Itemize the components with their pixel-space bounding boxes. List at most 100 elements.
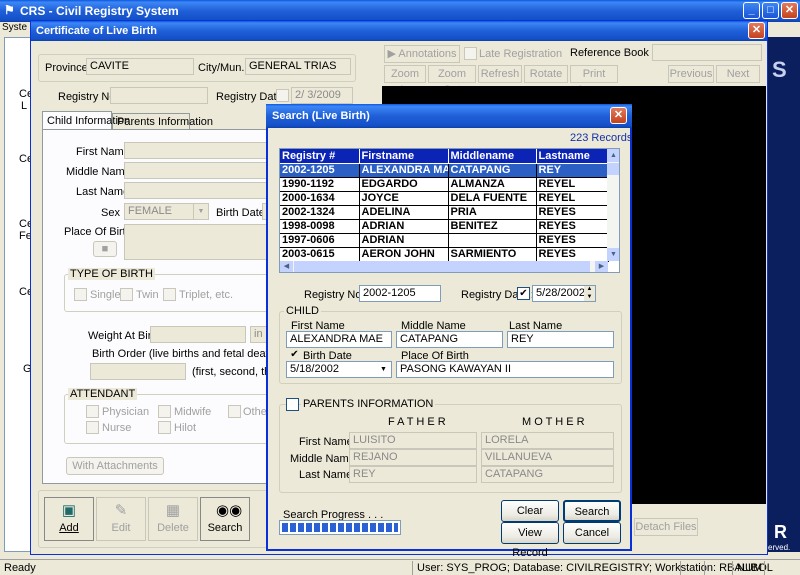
- spin-up-icon[interactable]: ▲: [584, 286, 595, 293]
- view-record-button[interactable]: View Record: [501, 522, 559, 559]
- others-checkbox[interactable]: [228, 405, 241, 418]
- table-row[interactable]: 1997-0606 ADRIAN REYES: [280, 233, 609, 248]
- cancel-button[interactable]: Cancel: [563, 522, 621, 544]
- scroll-thumb[interactable]: [607, 163, 619, 175]
- child-middle-name-input[interactable]: CATAPANG: [396, 331, 503, 348]
- mother-middle-name-field[interactable]: VILLANUEVA: [481, 449, 614, 466]
- column-header[interactable]: Registry #: [280, 149, 360, 164]
- vertical-scrollbar[interactable]: ▲ ▼: [607, 149, 619, 261]
- table-cell: ADRIAN: [359, 233, 449, 248]
- detach-files-button[interactable]: Detach Files: [634, 518, 698, 536]
- search-button[interactable]: ◉◉ Search: [200, 497, 250, 541]
- search-registry-no-input[interactable]: 2002-1205: [359, 285, 441, 302]
- status-num: NUM: [732, 561, 766, 575]
- tab-parents-info[interactable]: Parents Information: [112, 113, 213, 129]
- refresh-button[interactable]: Refresh: [478, 65, 522, 83]
- midwife-checkbox[interactable]: [158, 405, 171, 418]
- minimize-button[interactable]: _: [743, 2, 760, 19]
- table-row[interactable]: 2002-1205 ALEXANDRA MAE CATAPANG REY: [280, 163, 609, 178]
- hilot-checkbox[interactable]: [158, 421, 171, 434]
- middle-name-field[interactable]: [124, 162, 270, 179]
- sex-select[interactable]: FEMALE ▼: [124, 203, 209, 220]
- weight-field[interactable]: [150, 326, 246, 343]
- with-attachments-button[interactable]: With Attachments: [66, 457, 164, 475]
- triplet-checkbox[interactable]: [163, 288, 176, 301]
- certificate-close-button[interactable]: ✕: [748, 22, 765, 39]
- horizontal-scrollbar[interactable]: ◀ ▶: [280, 261, 608, 272]
- birth-order-hint: (first, second, third, e: [192, 366, 270, 378]
- father-first-name-field[interactable]: LUISITO: [349, 432, 477, 449]
- table-row[interactable]: 2003-0615 AERON JOHN SARMIENTO REYES: [280, 247, 609, 262]
- mother-last-name-field[interactable]: CATAPANG: [481, 466, 614, 483]
- close-button[interactable]: ✕: [781, 2, 798, 19]
- mother-first-name-field[interactable]: LORELA: [481, 432, 614, 449]
- scroll-down-button[interactable]: ▼: [607, 248, 619, 261]
- table-row[interactable]: 1990-1192 EDGARDO ALMANZA REYEL: [280, 177, 609, 192]
- maximize-button[interactable]: □: [762, 2, 779, 19]
- last-name-field[interactable]: [124, 182, 270, 199]
- scroll-right-button[interactable]: ▶: [595, 261, 608, 272]
- zoom-out-button[interactable]: Zoom Out: [428, 65, 476, 96]
- annotations-button[interactable]: ▶ Annotations: [384, 45, 460, 63]
- column-header[interactable]: Lastname: [536, 149, 609, 164]
- scroll-up-button[interactable]: ▲: [607, 149, 619, 162]
- tab-child-info[interactable]: Child Information: [42, 111, 130, 129]
- spin-down-icon[interactable]: ▼: [584, 293, 595, 301]
- twin-checkbox[interactable]: [120, 288, 133, 301]
- child-birth-date-select[interactable]: 5/18/2002 ▼: [286, 361, 392, 378]
- save-icon: ▣: [61, 502, 77, 519]
- place-of-birth-field[interactable]: [124, 224, 270, 260]
- add-button[interactable]: ▣ Add: [44, 497, 94, 541]
- province-field[interactable]: CAVITE: [86, 58, 194, 75]
- edit-button[interactable]: ✎ Edit: [96, 497, 146, 541]
- parents-info-checkbox[interactable]: [286, 398, 299, 411]
- search-progress-bar: [279, 520, 401, 535]
- scroll-left-button[interactable]: ◀: [280, 261, 293, 272]
- print-image-button[interactable]: Print Image: [570, 65, 618, 96]
- registry-date-checkbox[interactable]: [276, 89, 289, 102]
- search-label: Search: [207, 522, 243, 534]
- column-header[interactable]: Firstname: [359, 149, 449, 164]
- midwife-label: Midwife: [174, 406, 212, 418]
- first-name-field[interactable]: [124, 142, 270, 159]
- previous-button[interactable]: Previous: [668, 65, 714, 83]
- table-row[interactable]: 1998-0098 ADRIAN BENITEZ REYES: [280, 219, 609, 234]
- right-background-strip: S R erved.: [768, 37, 800, 552]
- search-close-button[interactable]: ✕: [610, 107, 627, 124]
- search-registry-date-checkbox[interactable]: ✔: [517, 287, 530, 300]
- birth-order-field[interactable]: [90, 363, 186, 380]
- table-row[interactable]: 2002-1324 ADELINA PRIA REYES: [280, 205, 609, 220]
- delete-button[interactable]: ▦ Delete: [148, 497, 198, 541]
- reference-book-field[interactable]: [652, 44, 762, 61]
- dialog-search-button[interactable]: Search: [563, 500, 621, 522]
- place-picker-button[interactable]: ■: [93, 241, 117, 257]
- rotate-button[interactable]: Rotate: [524, 65, 568, 83]
- nurse-checkbox[interactable]: [86, 421, 99, 434]
- registry-no-field[interactable]: [110, 87, 208, 104]
- twin-label: Twin: [136, 289, 159, 301]
- single-checkbox[interactable]: [74, 288, 87, 301]
- city-field[interactable]: GENERAL TRIAS: [245, 58, 351, 75]
- child-first-name-input[interactable]: ALEXANDRA MAE: [286, 331, 392, 348]
- late-registration-checkbox[interactable]: [464, 47, 477, 60]
- column-header[interactable]: Middlename: [448, 149, 537, 164]
- child-last-name-input[interactable]: REY: [507, 331, 614, 348]
- registry-date-field[interactable]: 2/ 3/2009: [291, 87, 353, 104]
- late-registration-label: Late Registration: [479, 48, 563, 60]
- next-button[interactable]: Next: [716, 65, 760, 83]
- delete-icon: ▦: [165, 502, 181, 519]
- results-grid[interactable]: Registry # Firstname Middlename Lastname…: [279, 148, 620, 273]
- status-cell-empty: [764, 561, 800, 575]
- father-middle-name-field[interactable]: REJANO: [349, 449, 477, 466]
- table-row[interactable]: 2000-1634 JOYCE DELA FUENTE REYEL: [280, 191, 609, 206]
- search-registry-date-input[interactable]: 5/28/2002 ▲ ▼: [532, 285, 596, 302]
- menu-system[interactable]: Syste: [2, 22, 27, 33]
- child-place-of-birth-input[interactable]: PASONG KAWAYAN II: [396, 361, 614, 378]
- clear-button[interactable]: Clear: [501, 500, 559, 522]
- table-cell: ALMANZA: [448, 177, 537, 192]
- zoom-in-button[interactable]: Zoom In: [384, 65, 426, 96]
- scroll-hthumb[interactable]: [294, 261, 590, 272]
- physician-label: Physician: [102, 406, 150, 418]
- father-last-name-field[interactable]: REY: [349, 466, 477, 483]
- physician-checkbox[interactable]: [86, 405, 99, 418]
